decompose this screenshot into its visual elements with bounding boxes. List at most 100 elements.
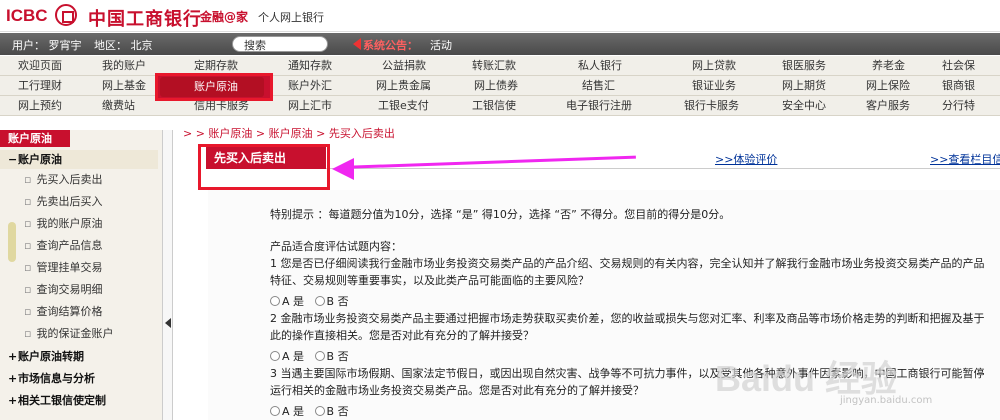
logo-cn: 中国工商银行 xyxy=(88,9,202,30)
sidebar-splitter[interactable] xyxy=(163,130,173,420)
nav-item[interactable]: 我的账户 xyxy=(102,56,146,76)
sidebar-section[interactable]: + 账户原油转期 xyxy=(0,347,158,366)
dash-icon: ▫ xyxy=(24,173,32,186)
nav-item[interactable]: 网上保险 xyxy=(866,76,910,96)
question-title: 产品适合度评估试题内容： xyxy=(270,240,402,253)
sidebar-item[interactable]: ▫ 查询结算价格 xyxy=(24,303,102,321)
radio-q2-a[interactable] xyxy=(270,351,280,361)
nav-item[interactable]: 工银信使 xyxy=(472,96,516,116)
sidebar-item-label: 先买入后卖出 xyxy=(36,173,103,186)
question-1-cont: 特征、交易规则等重要事实，以及此类产品可能面临的主要风险？ xyxy=(270,274,589,287)
question-3-cont: 运行相关的金融市场业务投资交易类产品。您是否对此有充分的了解并接受？ xyxy=(270,384,644,397)
sidebar-section[interactable]: + 相关工银信使定制 xyxy=(0,391,158,410)
nav-item[interactable]: 银行卡服务 xyxy=(684,96,739,116)
question-2-options: A 是 B 否 xyxy=(270,348,349,364)
sidebar-item[interactable]: ▫ 我的保证金账户 xyxy=(24,325,113,343)
sidebar-section-open[interactable]: − 账户原油 xyxy=(0,150,158,169)
nav-item[interactable]: 通知存款 xyxy=(288,56,332,76)
question-2-cont: 此的操作直接相关。您是否对此有充分的了解并接受？ xyxy=(270,329,534,342)
question-2: 2 金融市场业务投资交易类产品主要通过把握市场走势获取买卖价差，您的收益或损失与… xyxy=(270,312,985,325)
nav-row-3: 网上预约 缴费站 信用卡服务 网上汇市 工银e支付 工银信使 电子银行注册 银行… xyxy=(0,96,1000,116)
sidebar-section[interactable]: + 市场信息与分析 xyxy=(0,369,158,388)
sidebar-item-label: 先卖出后买入 xyxy=(36,195,103,208)
radio-q2-b[interactable] xyxy=(314,351,325,361)
notice-arrow-icon xyxy=(353,38,361,50)
radio-q1-b[interactable] xyxy=(314,296,325,306)
dash-icon: ▫ xyxy=(24,239,32,252)
radio-q3-a[interactable] xyxy=(270,406,280,416)
expand-icon: + xyxy=(8,372,18,385)
nav-item[interactable]: 结售汇 xyxy=(582,76,615,96)
sidebar-item[interactable]: ▫ 先买入后卖出 xyxy=(24,171,102,189)
nav-item[interactable]: 账户外汇 xyxy=(288,76,332,96)
collapse-sidebar-icon[interactable] xyxy=(165,318,171,328)
subbrand: 个人网上银行 xyxy=(258,11,324,24)
user-bar: 用户： 罗宵宇 地区： 北京 搜索 系统公告： 活动 xyxy=(0,33,1000,55)
logo-en: ICBC xyxy=(6,6,48,25)
nav-item[interactable]: 工银e支付 xyxy=(378,96,429,116)
nav-item[interactable]: 网上贷款 xyxy=(692,56,736,76)
nav-row-1: 欢迎页面 我的账户 定期存款 通知存款 公益捐款 转账汇款 私人银行 网上贷款 … xyxy=(0,56,1000,76)
sidebar-item[interactable]: ▫ 查询交易明细 xyxy=(24,281,102,299)
dash-icon: ▫ xyxy=(24,217,32,230)
radio-q1-a[interactable] xyxy=(270,296,280,306)
option-label: B 否 xyxy=(326,405,349,418)
nav-item[interactable]: 网上基金 xyxy=(102,76,146,96)
nav-item[interactable]: 网上贵金属 xyxy=(376,76,431,96)
sidebar-item-label: 管理挂单交易 xyxy=(36,261,103,274)
breadcrumb: > > 账户原油 > 账户原油 > 先买入后卖出 xyxy=(183,127,395,140)
question-1: 1 您是否已仔细阅读我行金融市场业务投资交易类产品的产品介绍、交易规则的有关内容… xyxy=(270,257,985,270)
sidebar-item-label: 查询结算价格 xyxy=(36,305,103,318)
nav-row-2: 工行理财 网上基金 账户外汇 网上贵金属 网上债券 结售汇 银证业务 网上期货 … xyxy=(0,76,1000,96)
top-header: ICBC 中国工商银行 金融@家 个人网上银行 xyxy=(0,0,1000,32)
nav-item[interactable]: 缴费站 xyxy=(102,96,135,116)
sidebar-item[interactable]: ▫ 管理挂单交易 xyxy=(24,259,102,277)
baidu-watermark-url: jingyan.baidu.com xyxy=(840,395,933,406)
sidebar-item-label: 查询产品信息 xyxy=(36,239,103,252)
search-placeholder: 搜索 xyxy=(244,39,266,52)
nav-item[interactable]: 分行特 xyxy=(942,96,975,116)
radio-q3-b[interactable] xyxy=(314,406,325,416)
question-1-options: A 是 B 否 xyxy=(270,293,349,309)
option-label: A 是 xyxy=(282,405,305,418)
dash-icon: ▫ xyxy=(24,305,32,318)
sidebar-item[interactable]: ▫ 查询产品信息 xyxy=(24,237,102,255)
nav-item[interactable]: 转账汇款 xyxy=(472,56,516,76)
nav-item[interactable]: 欢迎页面 xyxy=(18,56,62,76)
nav-item[interactable]: 银证业务 xyxy=(692,76,736,96)
annotation-arrow-icon xyxy=(332,158,354,180)
nav-item[interactable]: 社会保 xyxy=(942,56,975,76)
sidebar-item[interactable]: ▫ 我的账户原油 xyxy=(24,215,102,233)
notice-text[interactable]: 活动 xyxy=(430,37,452,53)
sidebar-scroll-handle[interactable] xyxy=(8,222,16,262)
sidebar-item[interactable]: ▫ 先卖出后买入 xyxy=(24,193,102,211)
nav-item[interactable]: 银医服务 xyxy=(782,56,826,76)
feedback-link[interactable]: >>体验评价 xyxy=(715,151,777,167)
notice-label: 系统公告： xyxy=(363,39,418,52)
dash-icon: ▫ xyxy=(24,283,32,296)
expand-icon: + xyxy=(8,350,18,363)
expand-icon: + xyxy=(8,394,18,407)
user-region: 地区： 北京 xyxy=(94,39,153,52)
annotation-highlight-box xyxy=(198,144,330,190)
nav-item[interactable]: 客户服务 xyxy=(866,96,910,116)
column-info-link[interactable]: >>查看栏目信息 xyxy=(930,151,1000,167)
nav-item[interactable]: 私人银行 xyxy=(578,56,622,76)
dash-icon: ▫ xyxy=(24,261,32,274)
question-3-options: A 是 B 否 xyxy=(270,403,349,419)
brand: 金融@家 xyxy=(200,10,249,24)
nav-item[interactable]: 电子银行注册 xyxy=(566,96,632,116)
sidebar-item-label: 查询交易明细 xyxy=(36,283,103,296)
nav-item[interactable]: 安全中心 xyxy=(782,96,826,116)
dash-icon: ▫ xyxy=(24,195,32,208)
nav-item[interactable]: 网上债券 xyxy=(474,76,518,96)
collapse-icon: − xyxy=(8,153,18,166)
nav-item[interactable]: 网上期货 xyxy=(782,76,826,96)
nav-item[interactable]: 银商银 xyxy=(942,76,975,96)
nav-item[interactable]: 网上汇市 xyxy=(288,96,332,116)
nav-item[interactable]: 养老金 xyxy=(872,56,905,76)
nav-item[interactable]: 公益捐款 xyxy=(382,56,426,76)
sidebar-header: 账户原油 xyxy=(0,130,70,147)
nav-item[interactable]: 工行理财 xyxy=(18,76,62,96)
nav-item[interactable]: 网上预约 xyxy=(18,96,62,116)
